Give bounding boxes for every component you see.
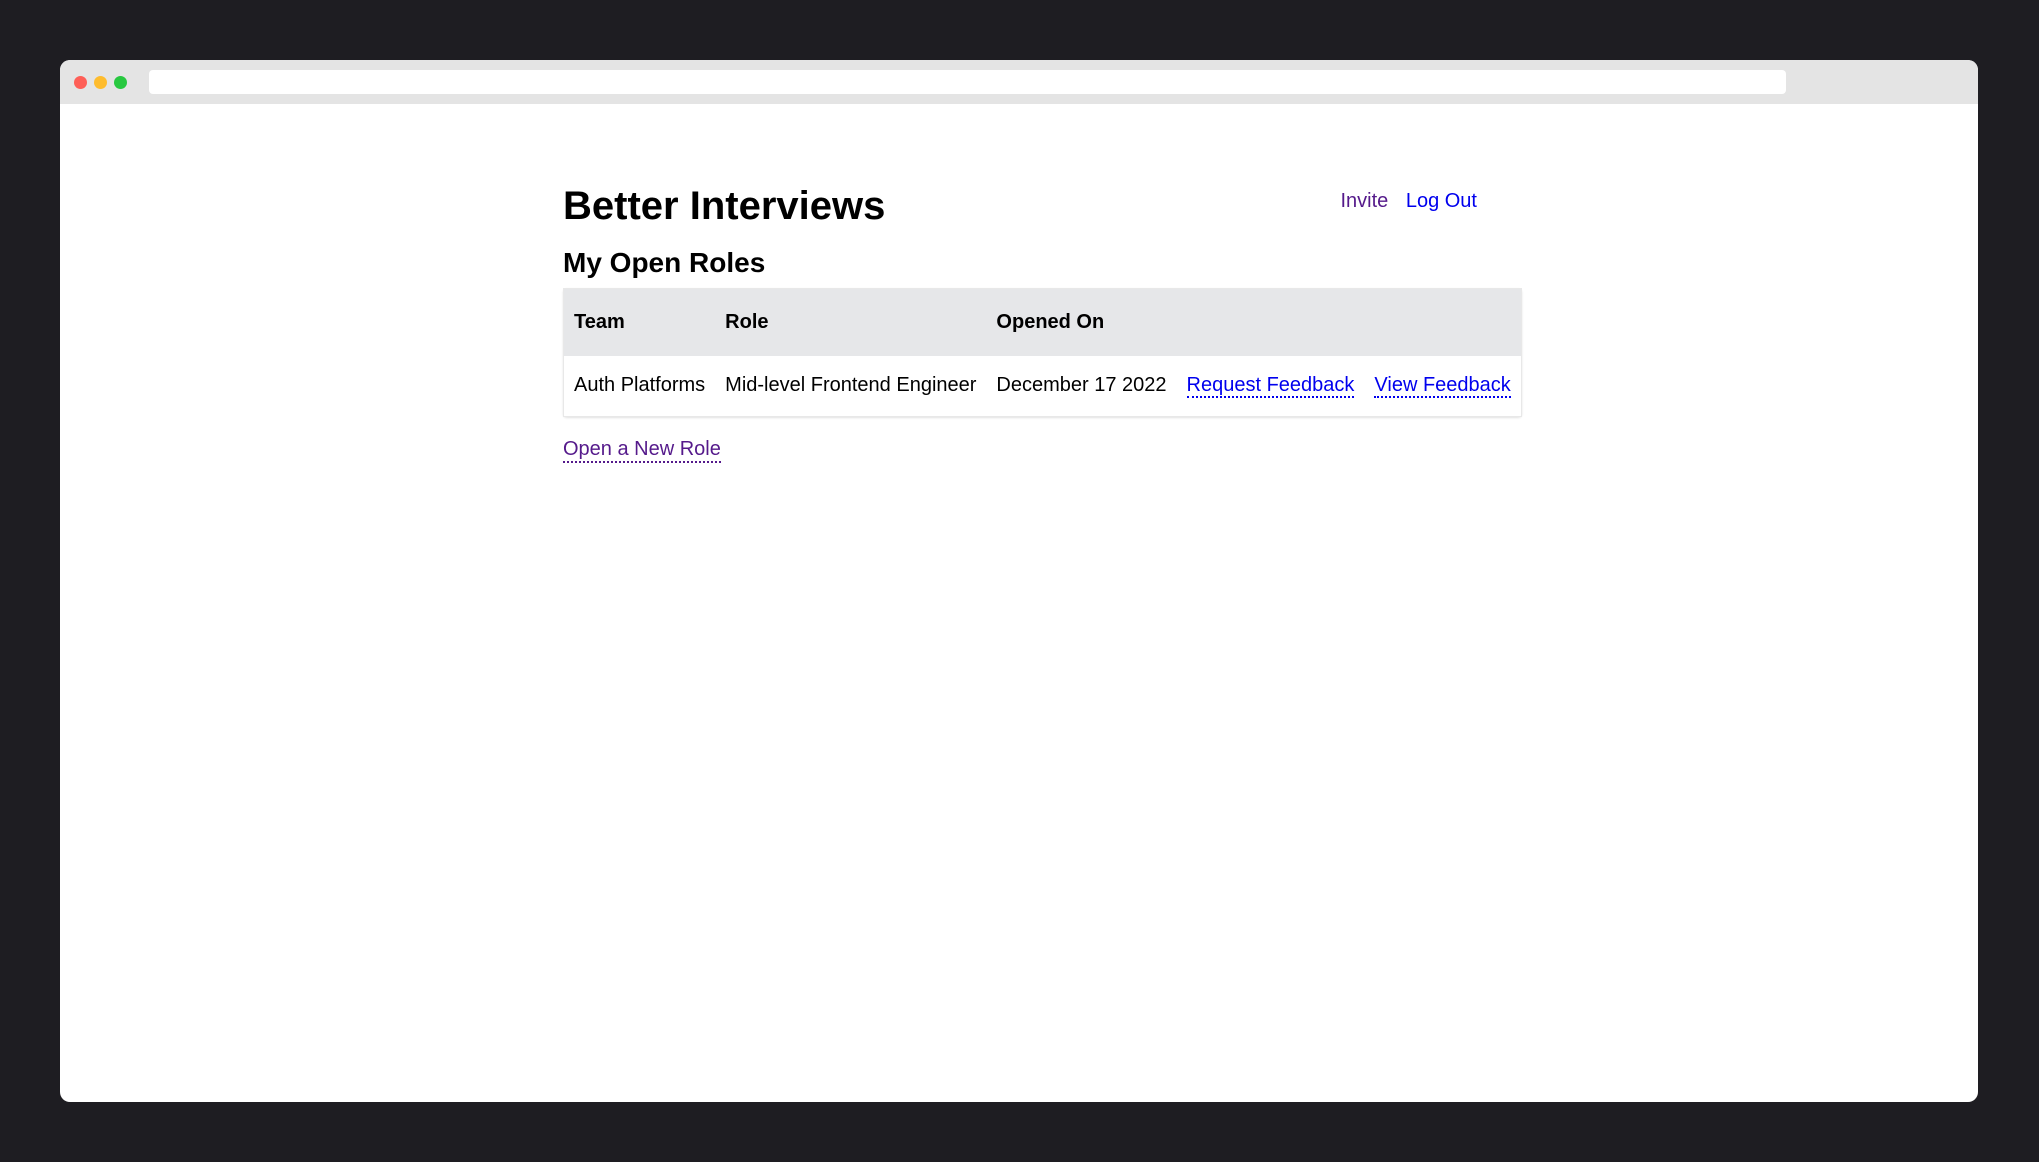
browser-window: Better Interviews Invite Log Out My Open… [60,60,1978,1102]
maximize-window-icon[interactable] [114,76,127,89]
close-window-icon[interactable] [74,76,87,89]
column-header-team: Team [574,310,625,333]
open-roles-table: Team Role Opened On Auth Platforms Mid-l… [563,288,1522,417]
column-header-view-feedback [1364,289,1521,356]
request-feedback-cell: Request Feedback [1177,356,1365,417]
section-title: My Open Roles [563,247,766,278]
column-header-request-feedback [1177,289,1365,356]
column-header-opened-on: Opened On [996,310,1105,333]
invite-link[interactable]: Invite [1340,190,1388,212]
table-header-row: Team Role Opened On [563,288,1522,356]
logout-link[interactable]: Log Out [1406,190,1477,212]
table-header: Team Role Opened On [563,288,1522,356]
role-cell: Mid-level Frontend Engineer [725,374,977,397]
table-body: Auth Platforms Mid-level Frontend Engine… [564,356,1522,417]
view-feedback-cell: View Feedback [1364,356,1521,417]
top-nav: Invite Log Out [1328,190,1477,213]
request-feedback-link[interactable]: Request Feedback [1186,374,1355,399]
opened-on-cell: December 17 2022 [996,374,1167,397]
browser-titlebar [60,60,1978,104]
table-row: Auth Platforms Mid-level Frontend Engine… [564,356,1522,417]
view-feedback-link[interactable]: View Feedback [1374,374,1511,399]
site-title: Better Interviews [563,184,886,228]
address-bar[interactable] [149,70,1786,94]
column-header-role: Role [725,310,769,333]
minimize-window-icon[interactable] [94,76,107,89]
open-new-role-link[interactable]: Open a New Role [563,438,721,463]
team-cell: Auth Platforms [574,374,706,397]
